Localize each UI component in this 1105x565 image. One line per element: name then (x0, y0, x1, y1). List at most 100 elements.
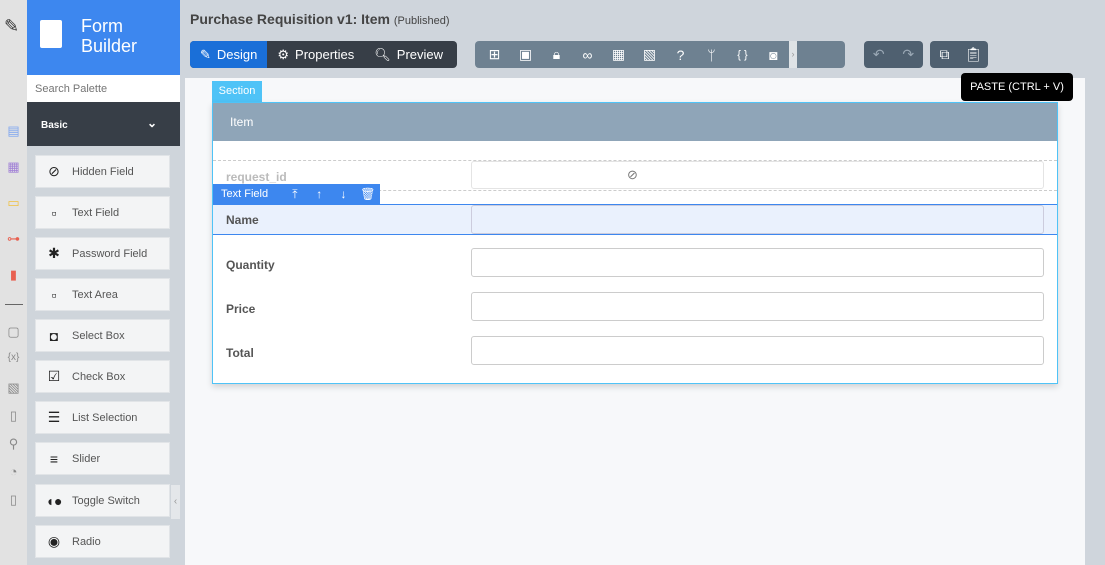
palette-item-slider[interactable]: ≡ Slider (35, 442, 170, 475)
palette-item-select-box[interactable]: ◘ Select Box (35, 319, 170, 352)
clipboard-toolbar: ⧉ 📋︎ (930, 41, 988, 68)
checkbox-icon: ☑ (47, 368, 61, 384)
form-title: Purchase Requisition v1: Item (190, 11, 390, 27)
edit-icon[interactable]: ✎ (4, 17, 19, 35)
item-label: Check Box (72, 370, 126, 383)
item-label: List Selection (72, 411, 138, 424)
total-input[interactable] (471, 336, 1044, 365)
category-basic[interactable]: Basic ⌄ (27, 102, 180, 146)
category-label: Basic (41, 120, 68, 131)
form-section[interactable]: Item request_id ⊘ Name Text Field ⤒ ↑ ↓ 🗑︎ Q… (212, 102, 1058, 384)
collapse-sidebar-handle[interactable]: ‹ (171, 485, 180, 519)
process-icon[interactable]: ⊶ (6, 231, 21, 246)
palette-item-toggle-switch[interactable]: ◖● Toggle Switch (35, 484, 170, 517)
file-icon[interactable]: ▯ (6, 408, 21, 423)
tab-preview[interactable]: 🔍︎ Preview (364, 41, 453, 68)
pdf-icon[interactable]: ▮ (6, 267, 21, 282)
chevron-down-icon: ⌄ (147, 116, 158, 130)
item-label: Slider (72, 452, 101, 465)
binoculars-icon[interactable]: ∞ (572, 47, 603, 63)
field-toolbar: Text Field ⤒ ↑ ↓ 🗑︎ (213, 184, 380, 204)
field-label: request_id (226, 170, 287, 184)
text-field-name[interactable]: Name (213, 204, 1057, 235)
palette-item-text-field[interactable]: ▫ Text Field (35, 196, 170, 229)
quantity-input[interactable] (471, 248, 1044, 277)
branch-icon[interactable]: ᛘ (696, 47, 727, 63)
design-icon: ✎ (200, 46, 211, 62)
item-label: Toggle Switch (72, 494, 140, 507)
move-up-icon[interactable]: ↑ (307, 187, 331, 201)
section-tab[interactable]: Section (212, 81, 262, 102)
translate-icon[interactable]: ▧ (634, 46, 665, 63)
palette-item-text-area[interactable]: ▫ Text Area (35, 278, 170, 311)
bundle-icon[interactable]: ▣ (510, 46, 541, 63)
status-label: (Published) (393, 15, 450, 27)
field-label: Quantity (226, 258, 275, 272)
text-area-icon: ▫ (51, 286, 57, 303)
history-toolbar: ↶ ↷ (864, 41, 923, 68)
move-down-icon[interactable]: ↓ (331, 187, 355, 201)
brand-title-2: Builder (81, 36, 138, 56)
field-type-label: Text Field (221, 188, 269, 200)
palette-item-check-box[interactable]: ☑ Check Box (35, 360, 170, 393)
divider (5, 304, 23, 305)
hidden-field-input: ⊘ (471, 161, 1044, 189)
name-input[interactable] (471, 205, 1044, 234)
delete-icon[interactable]: 🗑︎ (356, 187, 380, 201)
field-label: Name (226, 213, 259, 227)
undo-icon[interactable]: ↶ (864, 46, 894, 63)
brand-header: Form Builder (27, 0, 180, 75)
palette-item-password-field[interactable]: ✱ Password Field (35, 237, 170, 270)
grid-icon[interactable]: ▦ (603, 46, 634, 63)
select-box-icon: ◘ (49, 327, 59, 344)
text-field-icon: ▫ (51, 204, 57, 221)
translate-icon[interactable]: ▧ (6, 380, 21, 395)
palette-item-radio[interactable]: ◉ Radio (35, 525, 170, 558)
gauge-icon[interactable]: ◔ (6, 464, 21, 479)
left-icon-rail: ✎ ▤ ▦ ▭ ⊶ ▮ ▢ {x} ▧ ▯ ⚲ ◔ ▯ (0, 0, 27, 565)
asterisk-icon: ✱ (48, 245, 60, 261)
page-title: Purchase Requisition v1: Item (Published… (190, 11, 449, 27)
item-label: Hidden Field (72, 165, 134, 178)
tree-icon[interactable]: ⊞ (479, 46, 510, 63)
scroll-right-icon[interactable]: › (789, 41, 797, 68)
gear-icon: ⚙ (277, 46, 290, 62)
note-icon[interactable]: ▢ (6, 324, 21, 339)
document-icon (40, 20, 62, 48)
userview-icon[interactable]: ▭ (6, 195, 21, 210)
field-label: Total (226, 346, 254, 360)
tools-toolbar: ⊞ ▣ 🔒︎ ∞ ▦ ▧ ? ᛘ { } ◙ › (475, 41, 845, 68)
radio-icon: ◉ (47, 533, 61, 549)
preview-icon: 🔍︎ (374, 46, 391, 62)
price-input[interactable] (471, 292, 1044, 321)
item-label: Text Area (72, 288, 118, 301)
tab-properties[interactable]: ⚙ Properties (267, 41, 364, 68)
search-palette-input[interactable] (27, 75, 180, 102)
plugin-icon[interactable]: ⚲ (6, 436, 21, 451)
section-title: Item (213, 103, 1057, 141)
form-icon[interactable]: ▤ (6, 123, 21, 138)
item-label: Password Field (72, 247, 148, 260)
lock-icon[interactable]: 🔒︎ (541, 46, 572, 63)
sliders-icon: ≡ (49, 450, 59, 467)
tab-label: Design (216, 47, 258, 62)
brand-title-1: Form (81, 16, 123, 36)
help-icon[interactable]: ? (665, 47, 696, 63)
redo-icon[interactable]: ↷ (894, 46, 924, 63)
palette-item-hidden-field[interactable]: ⊘ Hidden Field (35, 155, 170, 188)
eye-slash-icon: ⊘ (627, 167, 638, 182)
paste-tooltip: PASTE (CTRL + V) (961, 73, 1073, 101)
datalist-icon[interactable]: ▦ (6, 159, 21, 174)
json-icon[interactable]: { } (727, 49, 758, 61)
mode-tabs: ✎ Design ⚙ Properties 🔍︎ Preview (190, 41, 457, 68)
move-to-top-icon[interactable]: ⤒ (283, 187, 307, 202)
scroll-icon[interactable]: ▯ (6, 492, 21, 507)
copy-icon[interactable]: ⧉ (930, 46, 959, 63)
paste-icon[interactable]: 📋︎ (959, 46, 988, 63)
camera-icon[interactable]: ◙ (758, 47, 789, 63)
variable-icon[interactable]: {x} (6, 350, 21, 365)
tab-design[interactable]: ✎ Design (190, 41, 268, 68)
field-label: Price (226, 302, 256, 316)
palette-item-list-selection[interactable]: ☰ List Selection (35, 401, 170, 434)
item-label: Select Box (72, 329, 125, 342)
